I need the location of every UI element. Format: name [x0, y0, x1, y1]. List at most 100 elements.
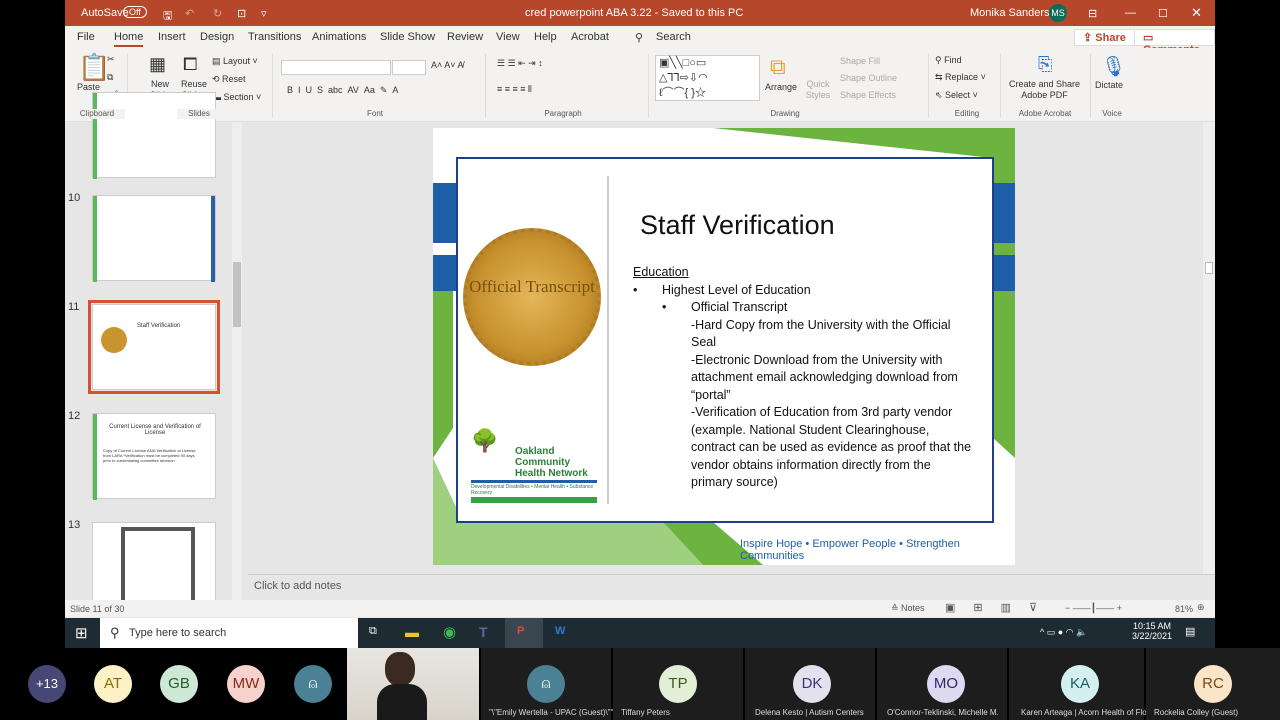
list-buttons[interactable]: ☰ ☰ ⇤ ⇥ ↕ — [497, 58, 543, 69]
task-view-icon[interactable]: ⧉ — [369, 625, 377, 638]
tab-insert[interactable]: Insert — [158, 31, 186, 43]
replace-label: Replace — [945, 72, 979, 82]
user-name[interactable]: Monika Sanders — [970, 7, 1050, 19]
arrange-button[interactable]: Arrange — [765, 82, 797, 92]
undo-icon[interactable]: ↶ — [185, 7, 194, 20]
maximize-button[interactable]: ☐ — [1158, 7, 1168, 20]
tab-help[interactable]: Help — [534, 31, 557, 43]
participant-tile[interactable]: ⍝ "\"Emily Wertella - UPAC (Guest)\"" — [481, 648, 613, 720]
participant-avatar: DK — [793, 665, 831, 703]
zoom-slider[interactable]: − ——┃—— + — [1065, 603, 1122, 614]
participant-avatar[interactable]: AT — [94, 665, 132, 703]
find-button[interactable]: ⚲ Find — [935, 55, 962, 66]
font-name-field[interactable] — [281, 60, 391, 75]
fit-slide-icon[interactable]: ⊕ — [1197, 602, 1205, 613]
tab-home[interactable]: Home — [114, 31, 144, 47]
word-icon[interactable]: W — [555, 625, 565, 637]
participant-tile[interactable]: DK Delena Kesto | Autism Centers — [745, 648, 875, 720]
search-icon: ⚲ — [110, 625, 120, 640]
slide-thumbnail-10[interactable] — [92, 195, 216, 282]
participant-tile[interactable]: KA Karen Arteaga | Acorn Health of Flo... — [1009, 648, 1153, 720]
reset-button[interactable]: ⟲ Reset — [212, 74, 246, 85]
notes-button[interactable]: ≙ Notes — [891, 603, 925, 614]
present-icon[interactable]: ⊡ — [237, 7, 246, 20]
search-box[interactable]: Search — [656, 31, 691, 43]
detail-line: -Verification of Education from 3rd part… — [691, 405, 972, 489]
slide-thumbnails-pane[interactable]: 10 11 Staff Verification 12 Current Lice… — [65, 92, 245, 609]
presenter-video[interactable] — [347, 648, 479, 720]
adobe-pdf-icon[interactable]: ⎘ — [1038, 54, 1052, 75]
tab-acrobat[interactable]: Acrobat — [571, 31, 609, 43]
participant-avatar[interactable]: GB — [160, 665, 198, 703]
share-button[interactable]: ⇪ Share — [1074, 29, 1135, 46]
slide-thumbnail-11[interactable]: Staff Verification — [88, 300, 220, 394]
chrome-icon[interactable]: ◉ — [443, 623, 456, 641]
paste-icon[interactable]: 📋 — [78, 52, 110, 83]
tab-slide-show[interactable]: Slide Show — [380, 31, 435, 43]
ribbon-display-icon[interactable]: ⊟ — [1088, 7, 1097, 20]
system-tray-icons[interactable]: ^ ▭ ● ◠ 🔈 — [1040, 627, 1087, 638]
layout-button[interactable]: ▤ Layout ˅ — [212, 56, 258, 67]
slide-canvas[interactable]: Official Transcript 🌳 Oakland Community … — [433, 128, 1015, 565]
more-participants[interactable]: +13 — [28, 665, 66, 703]
view-buttons[interactable]: ▣⊞▥⊽ — [945, 601, 1055, 614]
dictate-button[interactable]: Dictate — [1095, 80, 1123, 90]
tab-design[interactable]: Design — [200, 31, 234, 43]
tab-review[interactable]: Review — [447, 31, 483, 43]
create-adobe-pdf-button[interactable]: Create and Share Adobe PDF — [1007, 79, 1082, 101]
font-format-buttons[interactable]: B I U S abc AV Aa ✎ A — [287, 85, 398, 96]
redo-icon[interactable]: ↻ — [213, 7, 222, 20]
notes-pane[interactable]: Click to add notes — [248, 574, 1215, 599]
tab-view[interactable]: View — [496, 31, 520, 43]
cut-icon[interactable]: ✂ — [107, 54, 115, 65]
windows-start-icon[interactable]: ⊞ — [75, 624, 88, 642]
copy-icon[interactable]: ⧉ — [107, 72, 113, 83]
powerpoint-taskbar-button[interactable]: P — [505, 618, 543, 648]
taskbar-search[interactable]: ⚲ Type here to search — [100, 618, 358, 648]
microphone-icon[interactable]: 🎙 — [1101, 54, 1126, 79]
zoom-level[interactable]: 81% — [1175, 604, 1193, 614]
shape-fill-button[interactable]: Shape Fill — [840, 56, 880, 66]
thumbnail-scrollbar[interactable] — [232, 122, 242, 600]
arrange-icon[interactable]: ⧉ — [770, 54, 786, 80]
file-explorer-icon[interactable]: ▬ — [405, 624, 419, 640]
autosave-toggle[interactable]: Off — [123, 6, 147, 18]
participant-tile[interactable]: RC Rockelia Colley (Guest) — [1146, 648, 1280, 720]
participant-tile[interactable]: MO O'Connor-Teklinski, Michelle M. — [877, 648, 1007, 720]
slide-thumbnail-12[interactable]: Current License and Verification of Lice… — [92, 413, 216, 500]
customize-qat-icon[interactable]: ▿ — [261, 7, 267, 20]
participant-tile[interactable]: TP Tiffany Peters — [613, 648, 743, 720]
align-buttons[interactable]: ≡ ≡ ≡ ≡ ⫴ — [497, 84, 532, 95]
font-size-controls[interactable]: A˄ A˅ A̸ — [431, 60, 464, 70]
reuse-slides-icon[interactable]: ⧠ — [183, 54, 197, 75]
shape-effects-button[interactable]: Shape Effects — [840, 90, 896, 100]
slide-body[interactable]: Education • Highest Level of Education • O… — [633, 264, 973, 492]
slide-title[interactable]: Staff Verification — [640, 210, 835, 241]
teams-icon[interactable]: T — [479, 624, 488, 640]
paste-button[interactable]: Paste — [77, 82, 100, 92]
tab-animations[interactable]: Animations — [312, 31, 366, 43]
minimize-button[interactable]: — — [1125, 7, 1136, 19]
notifications-icon[interactable]: ▤ — [1185, 625, 1195, 638]
tab-file[interactable]: File — [77, 31, 95, 43]
slide-thumbnail-13[interactable] — [92, 522, 216, 609]
close-button[interactable]: ✕ — [1191, 5, 1202, 21]
shapes-gallery[interactable]: ▣╲╲□○▭ △⅂⅂⇨⇩◠ ℓ⌒⌒{ }☆ — [655, 55, 760, 101]
quick-styles-button[interactable]: Quick Styles — [803, 79, 833, 101]
shape-outline-button[interactable]: Shape Outline — [840, 73, 897, 83]
section-button[interactable]: ▬ Section ˅ — [212, 92, 261, 102]
save-icon[interactable]: 🖫 — [163, 7, 172, 26]
comments-button[interactable]: ▭ Comments — [1134, 29, 1215, 56]
participant-avatar-person-icon[interactable]: ⍝ — [294, 665, 332, 703]
replace-button[interactable]: ⇆ Replace ˅ — [935, 72, 986, 83]
section-label: Section — [223, 92, 254, 102]
select-button[interactable]: ⇖ Select ˅ — [935, 90, 978, 101]
font-size-field[interactable] — [392, 60, 426, 75]
new-slide-icon[interactable]: ▦ — [149, 54, 166, 75]
participant-avatar[interactable]: MW — [227, 665, 265, 703]
slide-thumbnail-9[interactable] — [92, 92, 216, 179]
slide-scrollbar[interactable] — [1203, 122, 1215, 574]
user-avatar[interactable]: MS — [1049, 4, 1067, 22]
tab-transitions[interactable]: Transitions — [248, 31, 301, 43]
clock[interactable]: 10:15 AM 3/22/2021 — [1132, 621, 1172, 641]
